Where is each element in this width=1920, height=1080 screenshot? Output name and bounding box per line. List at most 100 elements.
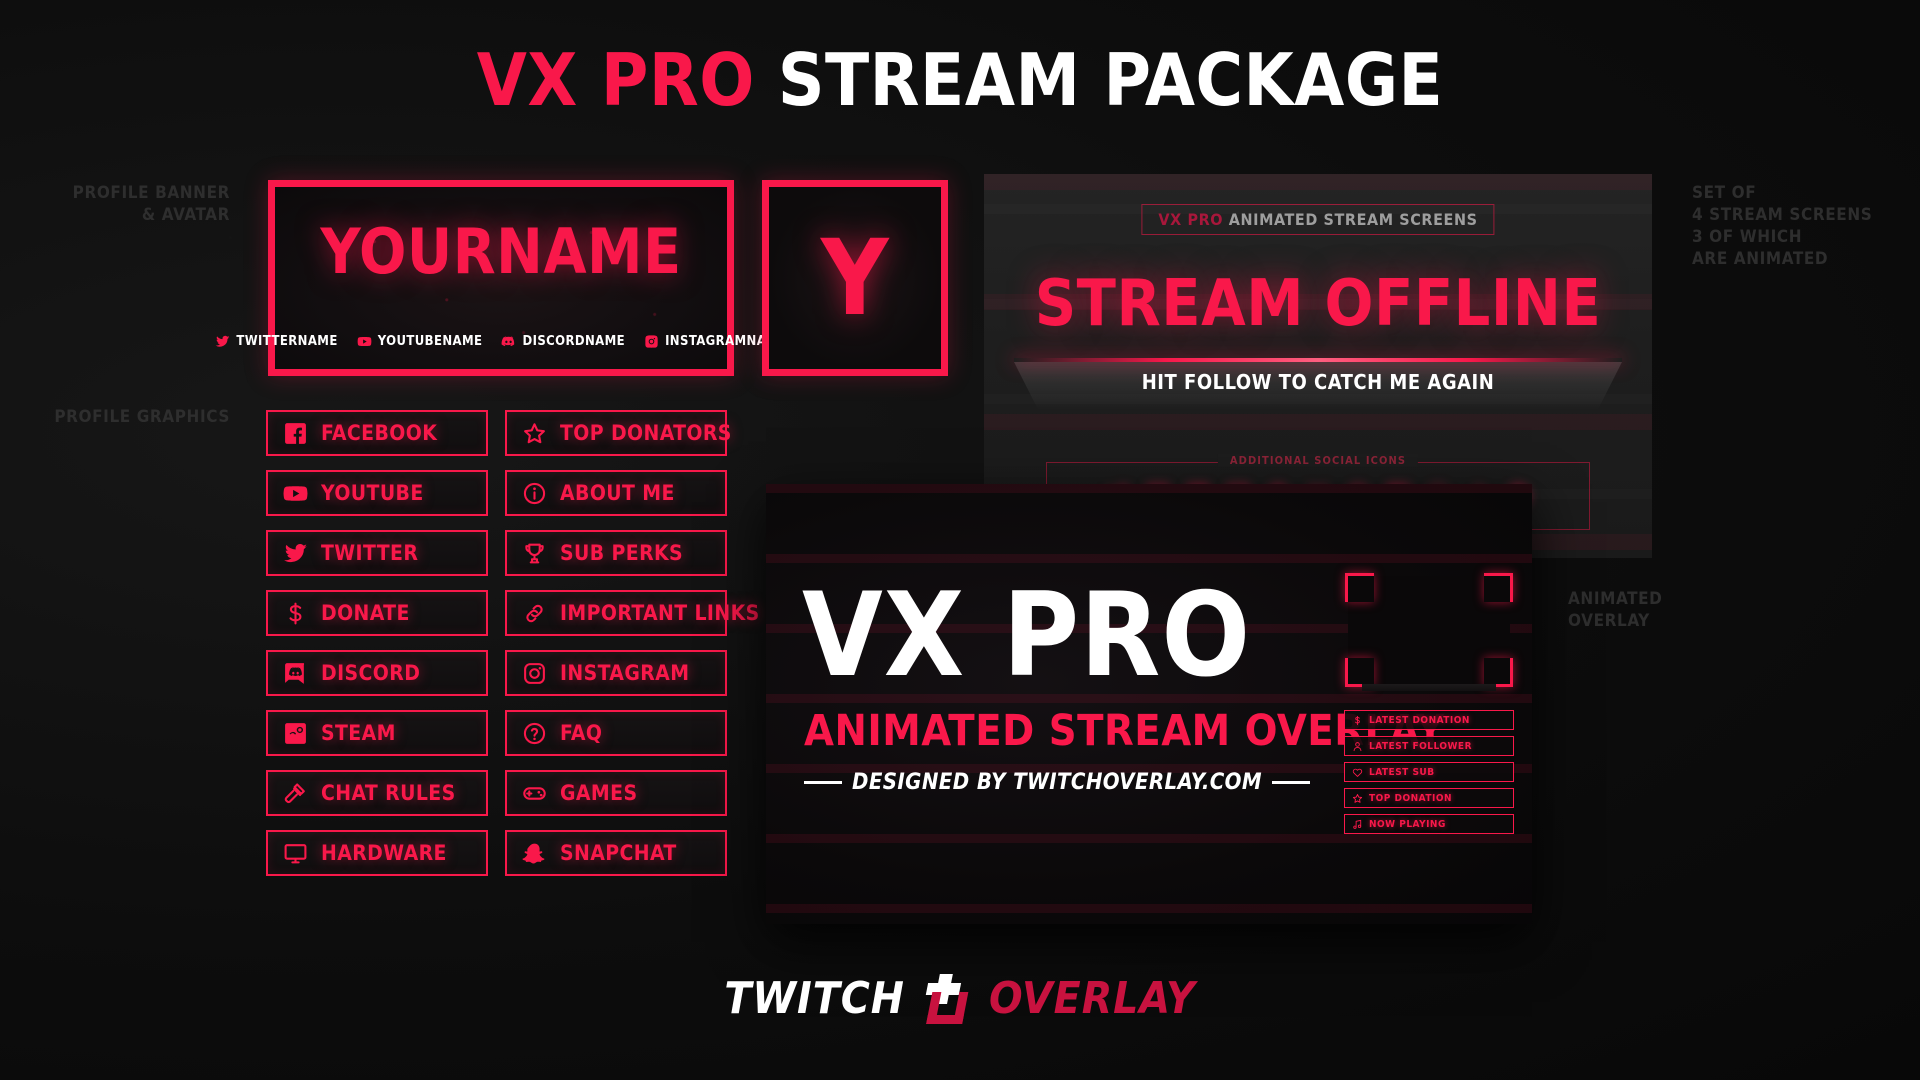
panel-button-faq[interactable]: FAQ bbox=[505, 710, 727, 756]
widget-label: NOW PLAYING bbox=[1369, 818, 1446, 830]
widget-label: LATEST SUB bbox=[1369, 766, 1435, 778]
panel-button-label: TOP DONATORS bbox=[560, 420, 732, 445]
music-icon bbox=[1353, 819, 1362, 829]
gamepad-icon bbox=[521, 780, 547, 806]
page-title: VX PRO STREAM PACKAGE bbox=[0, 44, 1920, 116]
credit-rule-right bbox=[1272, 781, 1310, 784]
widget-latest-follower[interactable]: LATEST FOLLOWER bbox=[1344, 736, 1514, 756]
panel-button-instagram[interactable]: INSTAGRAM bbox=[505, 650, 727, 696]
banner-social-label: YOUTUBENAME bbox=[377, 334, 483, 349]
panel-button-chat-rules[interactable]: CHAT RULES bbox=[266, 770, 488, 816]
panel-button-youtube[interactable]: YOUTUBE bbox=[266, 470, 488, 516]
panel-button-label: DISCORD bbox=[321, 660, 421, 685]
annotation-animated-overlay: ANIMATED OVERLAY bbox=[1568, 589, 1663, 631]
corner-br bbox=[1484, 658, 1513, 687]
instagram-icon bbox=[521, 660, 547, 686]
webcam-base-bar bbox=[1362, 684, 1496, 691]
instagram-icon bbox=[645, 335, 658, 348]
star-icon bbox=[1352, 793, 1363, 803]
corner-tr bbox=[1484, 573, 1513, 602]
annotation-stream-screens: SET OF 4 STREAM SCREENS 3 OF WHICH ARE A… bbox=[1692, 183, 1873, 269]
widget-latest-donation[interactable]: LATEST DONATION bbox=[1344, 710, 1514, 730]
panel-button-label: IMPORTANT LINKS bbox=[560, 600, 760, 625]
widget-label: LATEST FOLLOWER bbox=[1369, 740, 1473, 752]
animated-overlay-card: VX PRO ANIMATED STREAM OVERLAY DESIGNED … bbox=[766, 484, 1532, 924]
panel-button-label: GAMES bbox=[560, 780, 638, 805]
annotation-profile-graphics: PROFILE GRAPHICS bbox=[54, 407, 230, 427]
page-title-accent: VX PRO bbox=[476, 38, 755, 122]
overlay-title: VX PRO bbox=[802, 568, 1252, 703]
facebook-icon bbox=[282, 420, 308, 446]
logo-box bbox=[926, 992, 969, 1024]
panel-button-label: STEAM bbox=[321, 720, 396, 745]
panel-button-discord[interactable]: DISCORD bbox=[266, 650, 488, 696]
panel-button-label: SNAPCHAT bbox=[560, 840, 677, 865]
overlay-credit-text: DESIGNED BY TWITCHOVERLAY.COM bbox=[852, 770, 1262, 795]
panel-button-hardware[interactable]: HARDWARE bbox=[266, 830, 488, 876]
discord-icon bbox=[502, 336, 515, 347]
link-icon bbox=[521, 600, 547, 626]
profile-banner: YOURNAME TWITTERNAME YOUTUBENAME DISCORD… bbox=[216, 180, 786, 376]
panel-button-steam[interactable]: STEAM bbox=[266, 710, 488, 756]
corner-tl bbox=[1345, 573, 1374, 602]
banner-social-label: TWITTERNAME bbox=[236, 334, 338, 349]
panel-button-label: INSTAGRAM bbox=[560, 660, 690, 685]
snapchat-icon bbox=[521, 840, 547, 866]
stream-screen-badge: VX PRO ANIMATED STREAM SCREENS bbox=[1141, 204, 1495, 235]
panel-button-column-left: FACEBOOK YOUTUBE TWITTER DONATE DISCORD … bbox=[266, 410, 488, 876]
info-icon bbox=[521, 480, 547, 506]
twitchoverlay-logo: TWITCH OVERLAY bbox=[0, 974, 1920, 1024]
trophy-icon bbox=[521, 540, 547, 566]
panel-button-label: CHAT RULES bbox=[321, 780, 456, 805]
corner-bl bbox=[1345, 658, 1374, 687]
twitter-icon bbox=[216, 335, 230, 347]
question-icon bbox=[521, 720, 547, 746]
panel-button-snapchat[interactable]: SNAPCHAT bbox=[505, 830, 727, 876]
dollar-icon bbox=[1355, 715, 1360, 725]
youtube-icon bbox=[282, 480, 308, 506]
profile-avatar: Y bbox=[762, 180, 948, 376]
banner-social-youtube: YOUTUBENAME bbox=[357, 334, 483, 349]
overlay-widget-list: LATEST DONATION LATEST FOLLOWER LATEST S… bbox=[1344, 710, 1514, 834]
panel-button-label: HARDWARE bbox=[321, 840, 447, 865]
panel-button-label: TWITTER bbox=[321, 540, 419, 565]
widget-label: TOP DONATION bbox=[1369, 792, 1452, 804]
panel-button-about-me[interactable]: ABOUT ME bbox=[505, 470, 727, 516]
poster-canvas: VX PRO STREAM PACKAGE PROFILE BANNER & A… bbox=[0, 0, 1920, 1080]
banner-username: YOURNAME bbox=[320, 215, 682, 288]
widget-label: LATEST DONATION bbox=[1369, 714, 1470, 726]
avatar-letter: Y bbox=[820, 217, 890, 339]
widget-now-playing[interactable]: NOW PLAYING bbox=[1344, 814, 1514, 834]
panel-button-games[interactable]: GAMES bbox=[505, 770, 727, 816]
panel-button-donate[interactable]: DONATE bbox=[266, 590, 488, 636]
page-title-plain: STREAM PACKAGE bbox=[777, 38, 1444, 122]
gavel-icon bbox=[282, 780, 308, 806]
panel-button-label: DONATE bbox=[321, 600, 410, 625]
panel-button-label: YOUTUBE bbox=[321, 480, 424, 505]
panel-button-sub-perks[interactable]: SUB PERKS bbox=[505, 530, 727, 576]
overlay-credit: DESIGNED BY TWITCHOVERLAY.COM bbox=[804, 770, 1310, 795]
heart-icon bbox=[1352, 768, 1363, 777]
badge-accent: VX PRO bbox=[1158, 210, 1224, 229]
panel-button-label: ABOUT ME bbox=[560, 480, 675, 505]
twitter-icon bbox=[282, 540, 308, 566]
panel-button-top-donators[interactable]: TOP DONATORS bbox=[505, 410, 731, 456]
logo-mark-icon bbox=[914, 974, 980, 1024]
badge-rest: ANIMATED STREAM SCREENS bbox=[1223, 210, 1478, 229]
panel-button-label: FACEBOOK bbox=[321, 420, 438, 445]
stream-screen-divider bbox=[1014, 358, 1622, 362]
panel-button-facebook[interactable]: FACEBOOK bbox=[266, 410, 488, 456]
banner-social-row: TWITTERNAME YOUTUBENAME DISCORDNAME INST… bbox=[216, 334, 786, 349]
logo-twitch-text: TWITCH bbox=[724, 973, 905, 1024]
overlay-texture bbox=[766, 484, 1532, 924]
widget-top-donation[interactable]: TOP DONATION bbox=[1344, 788, 1514, 808]
panel-button-label: FAQ bbox=[560, 720, 603, 745]
panel-button-twitter[interactable]: TWITTER bbox=[266, 530, 488, 576]
panel-button-important-links[interactable]: IMPORTANT LINKS bbox=[505, 590, 759, 636]
follower-icon bbox=[1353, 741, 1362, 751]
steam-icon bbox=[282, 720, 308, 746]
widget-latest-sub[interactable]: LATEST SUB bbox=[1344, 762, 1514, 782]
panel-button-column-right: TOP DONATORS ABOUT ME SUB PERKS IMPORTAN… bbox=[505, 410, 759, 876]
youtube-icon bbox=[357, 337, 372, 346]
panel-button-label: SUB PERKS bbox=[560, 540, 684, 565]
